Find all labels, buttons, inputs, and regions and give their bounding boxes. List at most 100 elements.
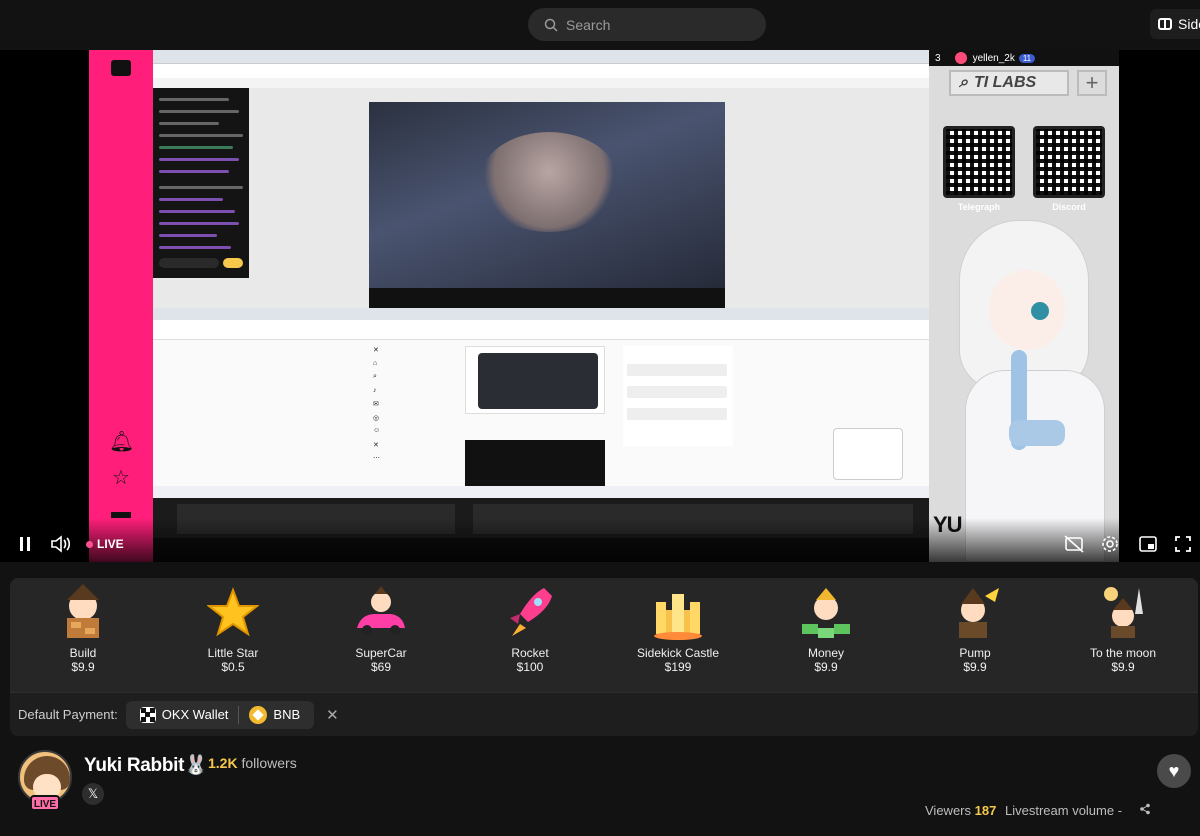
vtuber-overlay: 3 yellen_2k 11 ⌕ TI LABS + Telegraph Dis…	[929, 50, 1119, 562]
gift-name: Rocket	[511, 646, 549, 660]
gift-name: Build	[69, 646, 97, 660]
browser-bookmarks	[153, 78, 929, 88]
captions-off-button[interactable]	[1064, 533, 1084, 555]
gift-price: $100	[516, 660, 544, 674]
fullscreen-icon	[1175, 536, 1191, 552]
livestream-volume[interactable]: Livestream volume -	[1005, 803, 1122, 818]
rocket-gift-icon	[504, 584, 556, 642]
okx-wallet-icon	[139, 706, 156, 723]
payment-divider	[238, 705, 240, 724]
heart-icon: ♥	[1168, 761, 1180, 781]
gift-price: $9.9	[1111, 660, 1135, 674]
ti-labs-text: TI LABS	[973, 74, 1037, 91]
top-bar: Side	[0, 0, 1200, 50]
build-gift-icon	[57, 584, 109, 642]
captions-off-icon	[1064, 535, 1084, 553]
payment-selector[interactable]: OKX Wallet BNB	[125, 700, 315, 729]
plus-icon: +	[1077, 70, 1107, 96]
streamed-browser-bottom: ✕ ⌂ ⌕ ♪ ✉ ◎ ☺ ✕ ⋯	[153, 308, 929, 486]
gift-price: $9.9	[963, 660, 987, 674]
followers-label: followers	[237, 755, 297, 771]
sidebar-icon	[1158, 18, 1172, 30]
okx-wallet-label: OKX Wallet	[161, 707, 229, 722]
pause-button[interactable]	[16, 533, 34, 555]
gift-item-sidekick-castle[interactable]: Sidekick Castle $199	[613, 584, 743, 674]
okx-wallet-option[interactable]: OKX Wallet	[134, 706, 235, 723]
viewers-count: Viewers 187	[925, 803, 996, 818]
controls-gradient	[0, 518, 1200, 562]
overlay-header: 3 yellen_2k 11	[929, 50, 1119, 66]
live-indicator: LIVE	[86, 533, 124, 555]
followers-number: 1.2K	[208, 755, 238, 771]
streamed-taskbar	[153, 486, 929, 498]
volume-button[interactable]	[50, 533, 72, 555]
discord-qr-code	[1033, 126, 1105, 198]
app-logo-icon	[111, 60, 131, 76]
gift-panel: Build $9.9 Little Star $0.5 SuperCar $69 Rocke…	[10, 578, 1198, 692]
gift-name: Little Star	[207, 646, 259, 660]
gift-item-little-star[interactable]: Little Star $0.5	[168, 584, 298, 674]
gift-item-money[interactable]: Money $9.9	[761, 584, 891, 674]
volume-icon	[51, 535, 71, 553]
streamed-chat-pane	[153, 88, 249, 278]
search-icon: ⌕	[959, 74, 968, 91]
search-bar[interactable]	[528, 8, 766, 41]
gift-price: $69	[370, 660, 392, 674]
pump-gift-icon	[949, 584, 1001, 642]
gift-price: $0.5	[221, 660, 245, 674]
streamer-screen-sidebar: 🔔︎ ☆ ▬	[89, 50, 153, 562]
sidebar-toggle-button[interactable]: Side	[1150, 9, 1200, 39]
star-gift-icon	[206, 584, 260, 642]
bnb-icon	[249, 705, 268, 724]
browser-tabs	[153, 50, 929, 64]
close-icon[interactable]: ✕	[326, 706, 339, 724]
search-input[interactable]	[566, 16, 726, 33]
sidebar-toggle-label: Side	[1178, 16, 1200, 32]
video-player[interactable]: 🔔︎ ☆ ▬ ✕ ⌂ ⌕ ♪ ✉ ◎ ☺ ✕ ⋯ 3 yellen_2k 11 …	[0, 50, 1200, 562]
pause-icon	[20, 537, 30, 551]
gift-item-supercar[interactable]: SuperCar $69	[316, 584, 446, 674]
overlay-viewer-count: 3	[935, 52, 941, 64]
bnb-token-label: BNB	[273, 707, 301, 722]
share-button[interactable]	[1139, 803, 1151, 818]
stream-video[interactable]: 🔔︎ ☆ ▬ ✕ ⌂ ⌕ ♪ ✉ ◎ ☺ ✕ ⋯ 3 yellen_2k 11 …	[89, 50, 1119, 562]
follow-heart-button[interactable]: ♥	[1157, 754, 1191, 788]
fullscreen-button[interactable]	[1174, 533, 1192, 555]
viewers-number: 187	[974, 803, 997, 818]
gift-name: SuperCar	[355, 646, 407, 660]
settings-button[interactable]	[1100, 533, 1120, 555]
default-payment-bar: Default Payment: OKX Wallet BNB ✕	[10, 692, 1198, 736]
picture-in-picture-icon	[1139, 536, 1157, 552]
gift-price: $9.9	[71, 660, 95, 674]
x-logo-icon: 𝕏	[87, 786, 99, 801]
bell-icon: 🔔︎	[109, 431, 135, 453]
streamer-info: LIVE Yuki Rabbit🐰 1.2K followers 𝕏 ♥ Vie…	[0, 740, 1200, 836]
telegraph-qr-label: Telegraph	[957, 202, 1001, 212]
live-dot	[86, 540, 93, 548]
browser-url-bar	[153, 64, 929, 78]
followers-count: 1.2K followers	[208, 755, 297, 771]
gift-price: $199	[664, 660, 692, 674]
gift-item-pump[interactable]: Pump $9.9	[910, 584, 1040, 674]
castle-gift-icon	[652, 584, 704, 642]
pip-button[interactable]	[1138, 533, 1158, 555]
bnb-token-option[interactable]: BNB	[243, 705, 306, 724]
gift-item-rocket[interactable]: Rocket $100	[465, 584, 595, 674]
live-label: LIVE	[97, 537, 124, 551]
viewers-label: Viewers	[925, 803, 975, 818]
gift-item-to-the-moon[interactable]: To the moon $9.9	[1058, 584, 1188, 674]
share-icon	[1140, 803, 1150, 815]
x-social-link[interactable]: 𝕏	[82, 783, 104, 805]
gift-item-build[interactable]: Build $9.9	[18, 584, 148, 674]
gift-price: $9.9	[814, 660, 838, 674]
gear-icon	[1102, 536, 1118, 552]
gift-name: Money	[807, 646, 845, 660]
default-payment-label: Default Payment:	[18, 707, 118, 722]
telegraph-qr-code	[943, 126, 1015, 198]
streamed-video-frame	[369, 102, 725, 308]
streamed-browser-top	[153, 50, 929, 308]
ti-labs-logo: ⌕ TI LABS	[949, 70, 1069, 96]
car-gift-icon	[355, 584, 407, 642]
gift-name: Sidekick Castle	[636, 646, 720, 660]
discord-qr-label: Discord	[1052, 202, 1086, 212]
